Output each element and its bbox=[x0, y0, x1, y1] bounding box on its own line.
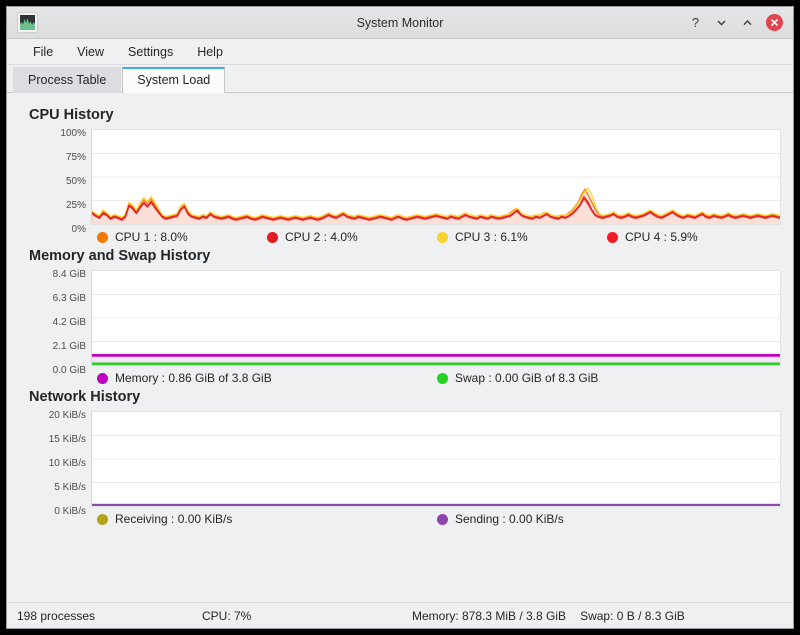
tab-bar: Process Table System Load bbox=[7, 65, 793, 93]
chevron-down-icon bbox=[715, 16, 728, 29]
cpu3-color-dot bbox=[437, 232, 448, 243]
cpu-y-axis: 100% 75% 50% 25% 0% bbox=[19, 129, 91, 225]
legend-label-cpu2: CPU 2 : 4.0% bbox=[285, 230, 358, 244]
memory-y-axis: 8.4 GiB 6.3 GiB 4.2 GiB 2.1 GiB 0.0 GiB bbox=[19, 270, 91, 366]
chevron-up-icon bbox=[741, 16, 754, 29]
minimize-button[interactable] bbox=[714, 15, 729, 30]
receiving-color-dot bbox=[97, 514, 108, 525]
network-history-title: Network History bbox=[29, 389, 781, 405]
cpu4-color-dot bbox=[607, 232, 618, 243]
maximize-button[interactable] bbox=[740, 15, 755, 30]
network-history-section: Network History 20 KiB/s 15 KiB/s 10 KiB… bbox=[19, 389, 781, 526]
status-bar: 198 processes CPU: 7% Memory: 878.3 MiB … bbox=[7, 602, 793, 628]
status-cpu: CPU: 7% bbox=[202, 609, 412, 623]
legend-item-cpu2: CPU 2 : 4.0% bbox=[267, 230, 437, 244]
system-monitor-icon bbox=[17, 12, 38, 33]
legend-label-swap: Swap : 0.00 GiB of 8.3 GiB bbox=[455, 371, 598, 385]
memory-swap-history-title: Memory and Swap History bbox=[29, 248, 781, 264]
status-memory: Memory: 878.3 MiB / 3.8 GiB bbox=[412, 609, 566, 623]
menu-item-view[interactable]: View bbox=[65, 42, 116, 62]
cpu-history-title: CPU History bbox=[29, 107, 781, 123]
legend-item-cpu1: CPU 1 : 8.0% bbox=[97, 230, 267, 244]
legend-label-receiving: Receiving : 0.00 KiB/s bbox=[115, 512, 232, 526]
memory-color-dot bbox=[97, 373, 108, 384]
tab-process-table[interactable]: Process Table bbox=[13, 67, 121, 93]
legend-label-memory: Memory : 0.86 GiB of 3.8 GiB bbox=[115, 371, 272, 385]
system-load-panel: CPU History 100% 75% 50% 25% 0% CPU 1 : … bbox=[7, 93, 793, 602]
legend-item-memory: Memory : 0.86 GiB of 3.8 GiB bbox=[97, 371, 437, 385]
title-bar: System Monitor ? bbox=[7, 7, 793, 39]
close-button[interactable] bbox=[766, 14, 783, 31]
memory-swap-plot bbox=[91, 270, 781, 366]
menu-item-file[interactable]: File bbox=[21, 42, 65, 62]
legend-item-swap: Swap : 0.00 GiB of 8.3 GiB bbox=[437, 371, 598, 385]
legend-item-receiving: Receiving : 0.00 KiB/s bbox=[97, 512, 437, 526]
legend-item-cpu4: CPU 4 : 5.9% bbox=[607, 230, 698, 244]
legend-label-sending: Sending : 0.00 KiB/s bbox=[455, 512, 564, 526]
window-title: System Monitor bbox=[7, 16, 793, 30]
memory-swap-history-section: Memory and Swap History 8.4 GiB 6.3 GiB … bbox=[19, 248, 781, 385]
sending-color-dot bbox=[437, 514, 448, 525]
swap-color-dot bbox=[437, 373, 448, 384]
menu-item-help[interactable]: Help bbox=[185, 42, 235, 62]
cpu-history-plot bbox=[91, 129, 781, 225]
cpu-legend: CPU 1 : 8.0% CPU 2 : 4.0% CPU 3 : 6.1% C… bbox=[19, 230, 781, 244]
system-monitor-window: System Monitor ? File bbox=[6, 6, 794, 629]
menu-bar: File View Settings Help bbox=[7, 39, 793, 65]
network-y-axis: 20 KiB/s 15 KiB/s 10 KiB/s 5 KiB/s 0 KiB… bbox=[19, 411, 91, 507]
network-legend: Receiving : 0.00 KiB/s Sending : 0.00 Ki… bbox=[19, 512, 781, 526]
legend-label-cpu4: CPU 4 : 5.9% bbox=[625, 230, 698, 244]
status-processes: 198 processes bbox=[17, 609, 202, 623]
tab-system-load[interactable]: System Load bbox=[122, 67, 225, 93]
help-button[interactable]: ? bbox=[688, 15, 703, 30]
legend-label-cpu1: CPU 1 : 8.0% bbox=[115, 230, 188, 244]
cpu1-color-dot bbox=[97, 232, 108, 243]
legend-item-cpu3: CPU 3 : 6.1% bbox=[437, 230, 607, 244]
help-icon: ? bbox=[692, 16, 699, 29]
menu-item-settings[interactable]: Settings bbox=[116, 42, 185, 62]
legend-item-sending: Sending : 0.00 KiB/s bbox=[437, 512, 564, 526]
window-controls: ? bbox=[688, 14, 787, 31]
legend-label-cpu3: CPU 3 : 6.1% bbox=[455, 230, 528, 244]
cpu2-color-dot bbox=[267, 232, 278, 243]
status-swap: Swap: 0 B / 8.3 GiB bbox=[580, 609, 685, 623]
memory-legend: Memory : 0.86 GiB of 3.8 GiB Swap : 0.00… bbox=[19, 371, 781, 385]
close-icon bbox=[769, 17, 780, 28]
cpu-history-section: CPU History 100% 75% 50% 25% 0% CPU 1 : … bbox=[19, 107, 781, 244]
network-history-plot bbox=[91, 411, 781, 507]
